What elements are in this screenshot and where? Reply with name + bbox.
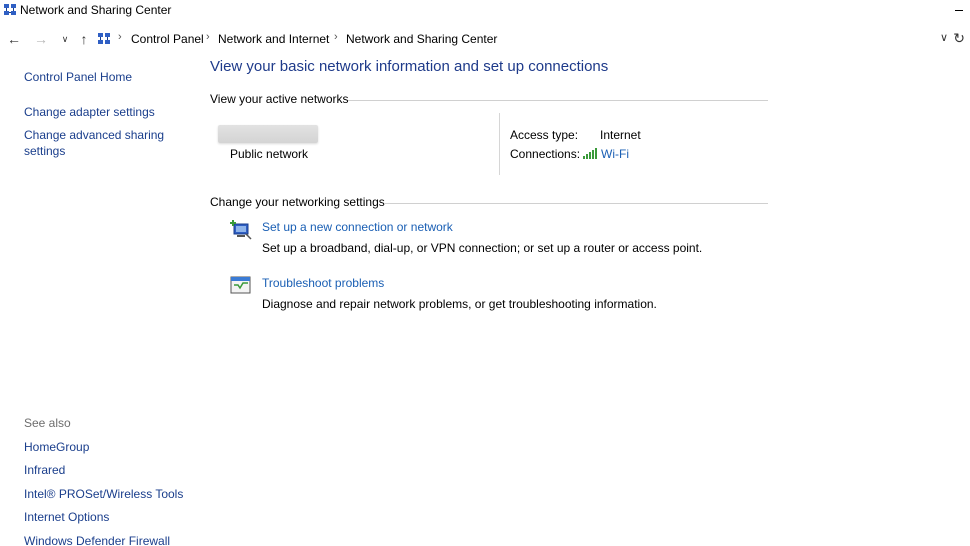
change-settings-header: Change your networking settings (210, 195, 385, 209)
control-panel-home-link[interactable]: Control Panel Home (24, 69, 132, 85)
title-bar: Network and Sharing Center (0, 0, 970, 22)
change-advanced-sharing-link-line2[interactable]: settings (24, 143, 65, 159)
troubleshoot-description: Diagnose and repair network problems, or… (262, 297, 657, 311)
wifi-connection-link[interactable]: Wi-Fi (601, 147, 629, 161)
troubleshoot-problems-link[interactable]: Troubleshoot problems (262, 276, 384, 290)
active-networks-header: View your active networks (210, 92, 349, 106)
access-type-label: Access type: (510, 128, 579, 142)
vertical-divider (499, 113, 500, 175)
forward-arrow-icon[interactable]: → (32, 29, 50, 49)
network-name-placeholder (218, 125, 318, 143)
setup-connection-link[interactable]: Set up a new connection or network (262, 220, 453, 234)
control-panel-icon (98, 33, 110, 44)
breadcrumb-separator-icon[interactable]: › (334, 31, 338, 43)
breadcrumb-separator-icon[interactable]: › (118, 31, 122, 43)
breadcrumb-network-internet[interactable]: Network and Internet (218, 32, 329, 46)
internet-options-link[interactable]: Internet Options (24, 509, 109, 525)
intel-proset-link[interactable]: Intel® PROSet/Wireless Tools (24, 486, 183, 502)
page-title: View your basic network information and … (210, 58, 609, 75)
back-arrow-icon[interactable]: ← (5, 29, 23, 49)
new-connection-icon (230, 220, 252, 240)
connections-label: Connections: (510, 147, 581, 161)
breadcrumb-network-sharing-center[interactable]: Network and Sharing Center (346, 32, 497, 46)
up-arrow-icon[interactable]: ↑ (75, 29, 93, 49)
wifi-signal-icon (583, 148, 597, 159)
breadcrumb-separator-icon[interactable]: › (206, 31, 210, 43)
windows-defender-firewall-link[interactable]: Windows Defender Firewall (24, 533, 170, 546)
recent-locations-icon[interactable]: ∨ (56, 29, 74, 49)
network-sharing-center-window: Network and Sharing Center ← → ∨ ↑ › Con… (0, 0, 970, 546)
minimize-button[interactable] (952, 0, 966, 20)
change-adapter-settings-link[interactable]: Change adapter settings (24, 104, 155, 120)
refresh-icon[interactable]: ↻ (953, 30, 965, 47)
address-dropdown-icon[interactable]: ∨ (940, 31, 948, 44)
access-type-value: Internet (600, 128, 641, 142)
section-divider (385, 203, 768, 204)
network-center-icon (4, 4, 16, 15)
troubleshoot-icon (230, 276, 251, 294)
change-advanced-sharing-link[interactable]: Change advanced sharing (24, 127, 164, 143)
breadcrumb-control-panel[interactable]: Control Panel (131, 32, 204, 46)
section-divider (348, 100, 768, 101)
see-also-label: See also (24, 416, 71, 430)
window-title: Network and Sharing Center (20, 3, 172, 17)
network-type-label[interactable]: Public network (230, 147, 308, 161)
setup-connection-description: Set up a broadband, dial-up, or VPN conn… (262, 241, 703, 255)
infrared-link[interactable]: Infrared (24, 462, 65, 478)
address-bar: ← → ∨ ↑ › Control Panel › Network and In… (0, 27, 970, 51)
homegroup-link[interactable]: HomeGroup (24, 439, 89, 455)
